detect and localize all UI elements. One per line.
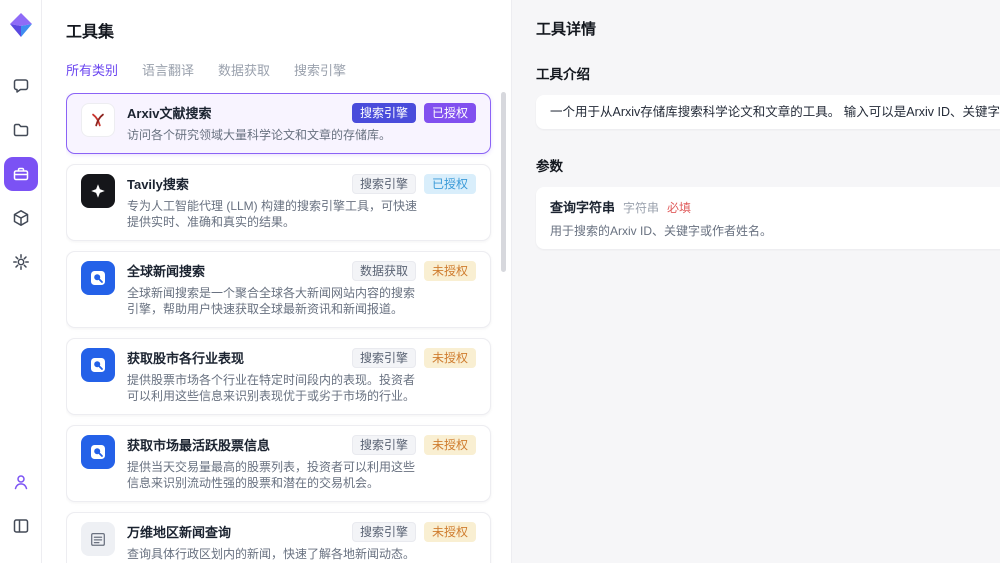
category-badge: 搜索引擎 [352, 103, 416, 123]
tool-title: 全球新闻搜索 [127, 263, 205, 280]
auth-status-badge: 未授权 [424, 348, 476, 368]
tab-all-categories[interactable]: 所有类别 [66, 60, 118, 79]
tool-title: Tavily搜索 [127, 176, 189, 193]
list-scrollbar[interactable] [501, 92, 506, 272]
settings-gear-icon[interactable] [4, 245, 38, 279]
param-card: 查询字符串 字符串 必填 用于搜索的Arxiv ID、关键字或作者姓名。 [536, 187, 1000, 249]
auth-status-badge: 未授权 [424, 261, 476, 281]
arxiv-logo-icon [81, 103, 115, 137]
category-badge: 搜索引擎 [352, 522, 416, 542]
tool-description: 专为人工智能代理 (LLM) 构建的搜索引擎工具，可快速提供实时、准确和真实的结… [127, 198, 422, 230]
tool-list-panel: 工具集 所有类别 语言翻译 数据获取 搜索引擎 Arxiv文献搜索 [42, 0, 512, 563]
tool-card-arxiv[interactable]: Arxiv文献搜索 搜索引擎 已授权 访问各个研究领域大量科学论文和文章的存储库… [66, 93, 491, 154]
user-icon[interactable] [4, 465, 38, 499]
params-heading: 参数 [536, 155, 1000, 175]
tool-card-list: Arxiv文献搜索 搜索引擎 已授权 访问各个研究领域大量科学论文和文章的存储库… [66, 93, 511, 563]
tool-title: 万维地区新闻查询 [127, 524, 231, 541]
tool-card-active-stocks[interactable]: 获取市场最活跃股票信息 搜索引擎 未授权 提供当天交易量最高的股票列表，投资者可… [66, 425, 491, 502]
param-required-flag: 必填 [667, 199, 691, 216]
detail-title: 工具详情 [536, 18, 1000, 39]
tool-description: 访问各个研究领域大量科学论文和文章的存储库。 [127, 127, 422, 143]
search-in-box-icon [81, 348, 115, 382]
tool-description: 全球新闻搜索是一个聚合全球各大新闻网站内容的搜索引擎，帮助用户快速获取全球最新资… [127, 285, 422, 317]
tab-data-fetch[interactable]: 数据获取 [218, 60, 270, 79]
tool-title: 获取股市各行业表现 [127, 350, 244, 367]
intro-heading: 工具介绍 [536, 63, 1000, 83]
tavily-star-icon [81, 174, 115, 208]
param-name: 查询字符串 [550, 197, 615, 216]
app-window: 工具集 所有类别 语言翻译 数据获取 搜索引擎 Arxiv文献搜索 [0, 0, 1000, 563]
briefcase-icon[interactable] [4, 157, 38, 191]
auth-status-badge: 已授权 [424, 174, 476, 194]
intro-card: 一个用于从Arxiv存储库搜索科学论文和文章的工具。 输入可以是Arxiv ID… [536, 95, 1000, 129]
panel-toggle-icon[interactable] [4, 509, 38, 543]
tool-description: 查询具体行政区划内的新闻，快速了解各地新闻动态。 [127, 546, 422, 562]
category-badge: 搜索引擎 [352, 174, 416, 194]
search-in-box-icon [81, 261, 115, 295]
page-title: 工具集 [66, 18, 511, 42]
tool-card-regional-news[interactable]: 万维地区新闻查询 搜索引擎 未授权 查询具体行政区划内的新闻，快速了解各地新闻动… [66, 512, 491, 563]
tool-card-sector-performance[interactable]: 获取股市各行业表现 搜索引擎 未授权 提供股票市场各个行业在特定时间段内的表现。… [66, 338, 491, 415]
category-badge: 搜索引擎 [352, 348, 416, 368]
tool-description: 提供当天交易量最高的股票列表，投资者可以利用这些信息来识别流动性强的股票和潜在的… [127, 459, 422, 491]
package-icon[interactable] [4, 201, 38, 235]
param-description: 用于搜索的Arxiv ID、关键字或作者姓名。 [550, 223, 1000, 239]
category-badge: 数据获取 [352, 261, 416, 281]
category-tabs: 所有类别 语言翻译 数据获取 搜索引擎 [66, 60, 487, 79]
tab-search-engine[interactable]: 搜索引擎 [294, 60, 346, 79]
newspaper-icon [81, 522, 115, 556]
tool-title: 获取市场最活跃股票信息 [127, 437, 270, 454]
tool-card-global-news[interactable]: 全球新闻搜索 数据获取 未授权 全球新闻搜索是一个聚合全球各大新闻网站内容的搜索… [66, 251, 491, 328]
auth-status-badge: 未授权 [424, 435, 476, 455]
sidebar [0, 0, 42, 563]
tab-language-translation[interactable]: 语言翻译 [142, 60, 194, 79]
app-logo-icon [9, 12, 33, 43]
category-badge: 搜索引擎 [352, 435, 416, 455]
search-in-box-icon [81, 435, 115, 469]
auth-status-badge: 未授权 [424, 522, 476, 542]
tool-description: 提供股票市场各个行业在特定时间段内的表现。投资者可以利用这些信息来识别表现优于或… [127, 372, 422, 404]
intro-text: 一个用于从Arxiv存储库搜索科学论文和文章的工具。 输入可以是Arxiv ID… [550, 104, 1000, 120]
param-type: 字符串 [623, 199, 659, 216]
chat-icon[interactable] [4, 69, 38, 103]
auth-status-badge: 已授权 [424, 103, 476, 123]
tool-card-tavily[interactable]: Tavily搜索 搜索引擎 已授权 专为人工智能代理 (LLM) 构建的搜索引擎… [66, 164, 491, 241]
folder-icon[interactable] [4, 113, 38, 147]
tool-detail-panel: 工具详情 工具介绍 一个用于从Arxiv存储库搜索科学论文和文章的工具。 输入可… [512, 0, 1000, 563]
tool-title: Arxiv文献搜索 [127, 105, 212, 122]
